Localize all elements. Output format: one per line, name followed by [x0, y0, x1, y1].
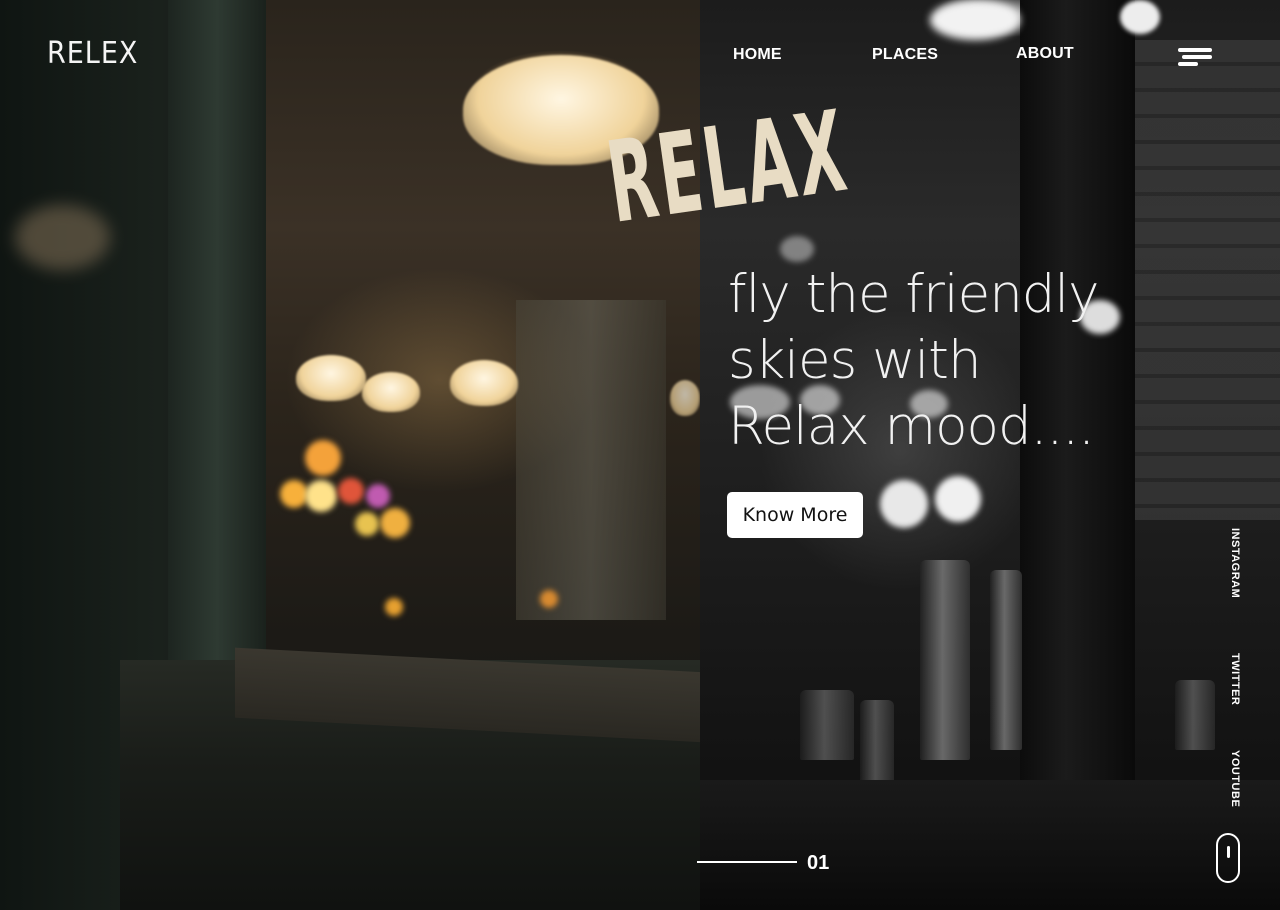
hero-title-line: Relax mood....: [728, 396, 1095, 457]
bokeh-light: [935, 476, 981, 522]
glass: [800, 690, 854, 760]
bokeh-light: [780, 236, 814, 262]
bokeh-light: [380, 508, 410, 538]
mouse-scroll-icon[interactable]: [1216, 833, 1240, 883]
window-sill: [700, 780, 1280, 910]
menu-bar: [1182, 55, 1212, 59]
nav-link-places[interactable]: PLACES: [872, 46, 938, 64]
bokeh-light: [305, 440, 341, 476]
bokeh-light: [540, 590, 558, 608]
bokeh-light: [366, 484, 390, 508]
background-pillar: [516, 300, 666, 620]
bokeh-light: [880, 480, 928, 528]
glass: [1175, 680, 1215, 750]
nav-link-home[interactable]: HOME: [733, 46, 782, 64]
brick-wall: [1135, 40, 1280, 520]
social-link-twitter[interactable]: TWITTER: [1229, 653, 1241, 705]
pendant-lamp: [362, 372, 420, 412]
window-frame: [168, 0, 266, 700]
nav-link-about[interactable]: ABOUT: [1016, 45, 1074, 63]
vase: [860, 700, 894, 790]
hero-title-line: fly the friendly: [728, 264, 1100, 325]
pendant-lamp: [670, 380, 700, 416]
brand-logo[interactable]: RELEX: [47, 36, 138, 71]
bokeh-light: [930, 0, 1020, 40]
pendant-lamp: [296, 355, 366, 401]
slide-number: 01: [807, 852, 830, 874]
social-link-youtube[interactable]: YOUTUBE: [1229, 750, 1241, 807]
bokeh-light: [15, 205, 110, 270]
hero-title: fly the friendly skies with Relax mood..…: [728, 262, 1148, 460]
bokeh-light: [355, 512, 379, 536]
slide-progress-line: [697, 861, 797, 863]
bottle: [920, 560, 970, 760]
menu-bar: [1178, 62, 1198, 66]
menu-bar: [1178, 48, 1212, 52]
pendant-lamp: [450, 360, 518, 406]
hamburger-menu-icon[interactable]: [1176, 48, 1216, 68]
bokeh-light: [1120, 0, 1160, 34]
bokeh-light: [280, 480, 308, 508]
know-more-button[interactable]: Know More: [727, 492, 863, 538]
hero-title-line: skies with: [728, 330, 982, 391]
bokeh-light: [338, 478, 364, 504]
hero-section: RELAX RELEX HOME PLACES ABOUT fly the fr…: [0, 0, 1280, 910]
bottle: [990, 570, 1022, 750]
social-link-instagram[interactable]: INSTAGRAM: [1229, 528, 1241, 598]
mouse-wheel: [1227, 846, 1230, 858]
bokeh-light: [385, 598, 403, 616]
bokeh-light: [305, 480, 337, 512]
